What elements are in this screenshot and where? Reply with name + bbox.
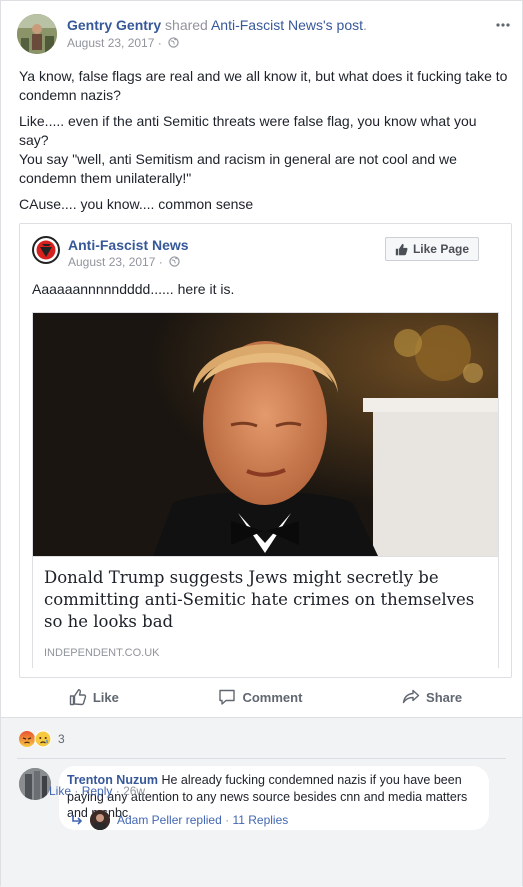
reactions-summary[interactable]: 3 — [18, 730, 65, 748]
like-page-label: Like Page — [412, 242, 469, 256]
divider — [17, 758, 506, 759]
more-horizontal-icon — [496, 23, 510, 27]
post-meta: Gentry Gentry shared Anti-Fascist News's… — [67, 16, 367, 51]
page-name-link[interactable]: Anti-Fascist News — [68, 236, 189, 254]
replier-name: Adam Peller replied · 11 Replies — [117, 813, 289, 827]
share-label: Share — [426, 689, 463, 705]
thumbs-up-outline-icon — [69, 689, 87, 706]
comments-section: 3 Trenton Nuzum He already fucking conde… — [1, 717, 522, 887]
commenter-avatar[interactable] — [19, 768, 51, 800]
comment-age[interactable]: 26w — [123, 784, 145, 798]
reaction-count: 3 — [58, 732, 65, 746]
page-logo-icon[interactable] — [32, 236, 60, 264]
share-arrow-icon — [402, 689, 420, 704]
link-title[interactable]: Donald Trump suggests Jews might secretl… — [44, 567, 489, 633]
separator-dot: · — [157, 36, 162, 50]
post-header: Gentry Gentry shared Anti-Fascist News's… — [17, 14, 510, 58]
post-actions-bar: Like Comment Share — [19, 680, 512, 714]
shared-post-text: Aaaaaannnnndddd...... here it is. — [32, 281, 235, 297]
thumbs-up-icon — [395, 243, 408, 255]
share-button[interactable]: Share — [402, 688, 462, 706]
replier-avatar — [90, 810, 110, 830]
shared-date-line: August 23, 2017 · — [68, 255, 189, 270]
comment-icon — [219, 689, 236, 705]
post-date-line: August 23, 2017 · — [67, 36, 367, 51]
separator-dot: · — [74, 784, 82, 798]
view-replies-link[interactable]: Adam Peller replied · 11 Replies — [71, 810, 288, 830]
page-meta: Anti-Fascist News August 23, 2017 · — [68, 236, 189, 270]
post-text: Ya know, false flags are real and we all… — [19, 67, 509, 221]
shared-post: Anti-Fascist News August 23, 2017 · Like… — [19, 223, 512, 678]
comment-label: Comment — [242, 689, 303, 705]
comment-reply-link[interactable]: Reply — [82, 784, 113, 798]
globe-icon — [168, 37, 179, 51]
post-paragraph-2-text: Like..... even if the anti Semitic threa… — [19, 113, 477, 148]
shared-verb: shared — [165, 17, 208, 33]
post-card: Gentry Gentry shared Anti-Fascist News's… — [0, 0, 523, 887]
link-preview-info[interactable]: Donald Trump suggests Jews might secretl… — [33, 556, 498, 668]
replies-count: 11 Replies — [232, 813, 289, 827]
post-date[interactable]: August 23, 2017 — [67, 36, 154, 50]
separator-dot: · — [115, 784, 124, 798]
comment-button[interactable]: Comment — [218, 688, 302, 706]
sad-reaction-icon — [34, 730, 52, 748]
author-line: Gentry Gentry shared Anti-Fascist News's… — [67, 16, 367, 35]
comment-like-link[interactable]: Like — [49, 784, 71, 798]
shared-post-link[interactable]: Anti-Fascist News's post — [211, 17, 363, 33]
like-label: Like — [92, 689, 119, 705]
post-paragraph-2: Like..... even if the anti Semitic threa… — [19, 112, 509, 150]
link-preview-image[interactable] — [33, 313, 498, 556]
author-name-link[interactable]: Gentry Gentry — [67, 17, 161, 33]
link-source: INDEPENDENT.CO.UK — [44, 647, 160, 659]
shared-post-header: Anti-Fascist News August 23, 2017 · Like… — [32, 236, 499, 276]
author-avatar[interactable] — [17, 14, 57, 54]
more-options-button[interactable] — [496, 14, 510, 32]
link-preview-card[interactable]: Donald Trump suggests Jews might secretl… — [32, 312, 499, 668]
comment-actions: Like · Reply · 26w — [49, 784, 145, 798]
shared-date[interactable]: August 23, 2017 — [68, 255, 155, 269]
post-paragraph-3: You say "well, anti Semitism and racism … — [19, 151, 457, 186]
post-paragraph-4: CAuse.... you know.... common sense — [19, 196, 254, 212]
shared-suffix: . — [363, 17, 367, 33]
like-button[interactable]: Like — [69, 688, 119, 706]
reply-arrow-icon — [72, 815, 83, 825]
like-page-button[interactable]: Like Page — [384, 237, 479, 261]
post-paragraph-1: Ya know, false flags are real and we all… — [19, 68, 508, 103]
globe-icon — [169, 256, 180, 270]
separator-dot: · — [158, 255, 163, 269]
